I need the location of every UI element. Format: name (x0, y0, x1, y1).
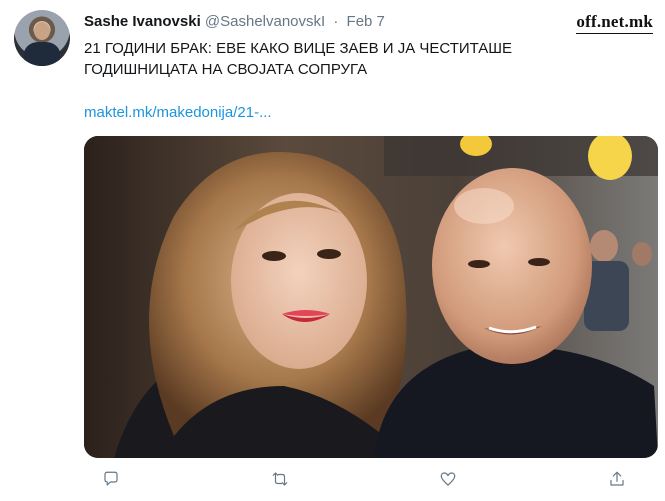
retweet-button[interactable] (269, 468, 291, 490)
author-name[interactable]: Sashe Ivanovski (84, 13, 201, 30)
man-head-highlight-shape (454, 188, 514, 224)
reply-button[interactable] (100, 468, 122, 490)
retweet-icon (272, 472, 288, 486)
tweet-actions (84, 468, 658, 496)
tweet-photo[interactable] (84, 136, 658, 458)
tweet-text: 21 ГОДИНИ БРАК: ЕВЕ КАКО ВИЦЕ ЗАЕВ И ЈА … (84, 40, 513, 78)
site-watermark: off.net.mk (576, 12, 653, 34)
background-person-shape (590, 230, 618, 262)
background-person-shape (632, 242, 652, 266)
reply-icon (104, 471, 118, 486)
man-eye-shape (468, 260, 490, 268)
man-eye-shape (528, 258, 550, 266)
woman-eye-shape (317, 249, 341, 259)
woman-eye-shape (262, 251, 286, 261)
avatar-body-shape (24, 42, 60, 66)
tweet-header: Sashe Ivanovski @SashelvanovskI · Feb 7 (84, 12, 385, 32)
photo-illustration (84, 136, 658, 458)
like-button[interactable] (437, 468, 459, 490)
author-avatar[interactable] (14, 10, 70, 66)
share-button[interactable] (606, 468, 628, 490)
avatar-face-shape (34, 22, 50, 40)
author-handle[interactable]: @SashelvanovskI (205, 13, 325, 30)
share-icon (610, 471, 624, 486)
tweet-link[interactable]: maktel.mk/makedonija/21-... (84, 104, 272, 121)
man-head-shape (432, 168, 592, 364)
tweet-date[interactable]: Feb 7 (347, 13, 385, 30)
header-separator: · (333, 13, 339, 30)
like-icon (440, 472, 456, 486)
